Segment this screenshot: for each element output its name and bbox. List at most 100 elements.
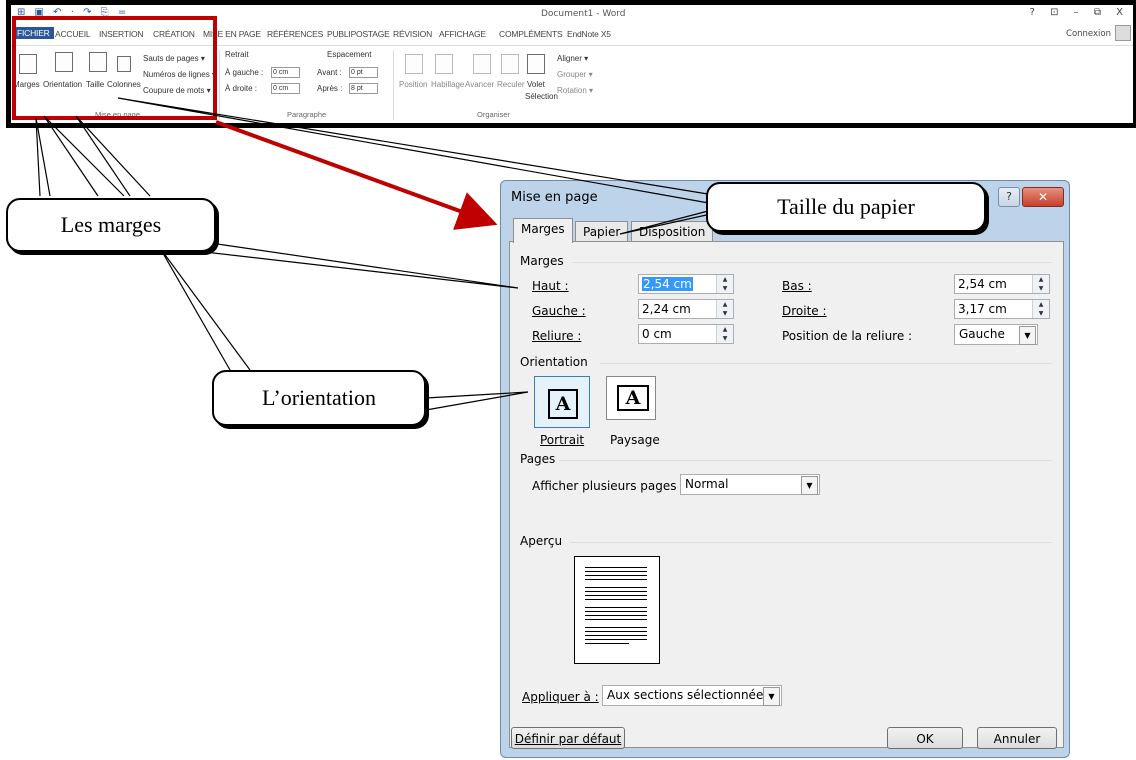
- section-orientation: Orientation: [520, 355, 588, 369]
- section-pages: Pages: [520, 452, 556, 466]
- dropdown-arrow-icon[interactable]: ▼: [1019, 326, 1036, 345]
- window-controls[interactable]: ? ⊡ – ⧉ X: [1030, 7, 1129, 18]
- spinner-arrows-icon[interactable]: ▲ ▼: [1032, 300, 1049, 318]
- divider: [560, 460, 1052, 461]
- group-label-paragraphe: Paragraphe: [287, 110, 327, 119]
- apres-field[interactable]: 8 pt: [349, 83, 378, 94]
- callout-taille-du-papier: Taille du papier: [706, 182, 986, 232]
- group-divider: [219, 50, 220, 120]
- wrap-text-icon[interactable]: [435, 54, 453, 74]
- droite-label: Droite :: [782, 304, 827, 318]
- position-reliure-value[interactable]: Gauche: [959, 327, 1005, 341]
- section-marges: Marges: [520, 254, 564, 268]
- landscape-icon: A: [617, 385, 649, 411]
- spinner-arrows-icon[interactable]: ▲ ▼: [716, 325, 733, 343]
- position-reliure-label: Position de la reliure :: [782, 329, 913, 343]
- espacement-label: Espacement: [327, 50, 372, 59]
- avatar[interactable]: [1115, 25, 1131, 41]
- tab-papier[interactable]: Papier: [575, 221, 629, 242]
- grouper-button[interactable]: Grouper ▾: [557, 70, 593, 79]
- paysage-option[interactable]: A: [606, 376, 656, 420]
- paysage-label[interactable]: Paysage: [610, 433, 660, 447]
- plusieurs-pages-value[interactable]: Normal: [685, 477, 728, 491]
- section-apercu: Aperçu: [520, 534, 563, 548]
- avant-field[interactable]: 0 pt: [349, 67, 378, 78]
- aligner-button[interactable]: Aligner ▾: [557, 54, 588, 63]
- dropdown-arrow-icon[interactable]: ▼: [801, 476, 818, 495]
- appliquer-value[interactable]: Aux sections sélectionnées: [607, 688, 770, 702]
- divider: [572, 262, 1052, 263]
- gauche-value[interactable]: 2,24 cm: [642, 302, 691, 316]
- volet-button[interactable]: Volet: [527, 80, 545, 89]
- appliquer-label: Appliquer à :: [522, 690, 599, 704]
- bas-spinner[interactable]: 2,54 cm ▲ ▼: [954, 274, 1050, 294]
- position-reliure-select[interactable]: Gauche ▼: [954, 324, 1038, 345]
- callout-orientation: L’orientation: [212, 370, 426, 426]
- tab-references[interactable]: RÉFÉRENCES: [267, 29, 323, 39]
- droite-value[interactable]: 3,17 cm: [958, 302, 1007, 316]
- dropdown-arrow-icon[interactable]: ▼: [763, 687, 780, 706]
- spinner-arrows-icon[interactable]: ▲ ▼: [1032, 275, 1049, 293]
- orientation-pointer: [75, 115, 151, 197]
- tab-revision[interactable]: RÉVISION: [393, 29, 432, 39]
- annuler-button[interactable]: Annuler: [977, 727, 1057, 749]
- portrait-label[interactable]: Portrait: [540, 433, 584, 447]
- portrait-option[interactable]: A: [534, 376, 590, 428]
- document-title: Document1 - Word: [541, 9, 626, 19]
- tab-marges[interactable]: Marges: [513, 218, 573, 243]
- group-divider: [393, 50, 394, 120]
- help-button[interactable]: ?: [998, 187, 1020, 207]
- bas-label: Bas :: [782, 279, 812, 293]
- ok-button[interactable]: OK: [887, 727, 963, 749]
- reliure-label: Reliure :: [532, 329, 582, 343]
- tab-publipostage[interactable]: PUBLIPOSTAGE: [327, 29, 390, 39]
- apres-label: Après :: [317, 84, 343, 93]
- send-backward-icon[interactable]: [501, 54, 519, 74]
- bring-forward-icon[interactable]: [473, 54, 491, 74]
- reliure-spinner[interactable]: 0 cm ▲ ▼: [638, 324, 734, 344]
- position-button[interactable]: Position: [399, 80, 427, 89]
- tab-affichage[interactable]: AFFICHAGE: [439, 29, 486, 39]
- portrait-icon: A: [548, 389, 578, 419]
- red-arrow: [215, 120, 498, 230]
- haut-label: Haut :: [532, 279, 569, 293]
- haut-value[interactable]: 2,54 cm: [642, 277, 693, 291]
- rotation-button[interactable]: Rotation ▾: [557, 86, 593, 95]
- plusieurs-pages-select[interactable]: Normal ▼: [680, 474, 820, 495]
- callout-les-marges: Les marges: [6, 198, 216, 252]
- close-button[interactable]: ✕: [1022, 187, 1064, 207]
- avancer-button[interactable]: Avancer: [465, 80, 494, 89]
- habillage-button[interactable]: Habillage: [431, 80, 464, 89]
- definir-par-defaut-button[interactable]: Définir par défaut: [511, 727, 625, 749]
- spinner-arrows-icon[interactable]: ▲ ▼: [716, 275, 733, 293]
- gauche-label: Gauche :: [532, 304, 586, 318]
- divider: [570, 542, 1052, 543]
- orientation-pointer: [159, 247, 251, 371]
- selection-pane-icon[interactable]: [527, 54, 545, 74]
- avant-label: Avant :: [317, 68, 342, 77]
- appliquer-select[interactable]: Aux sections sélectionnées ▼: [602, 685, 782, 706]
- connexion-link[interactable]: Connexion: [1066, 29, 1111, 39]
- dialog-title: Mise en page: [511, 190, 598, 205]
- position-icon[interactable]: [405, 54, 423, 74]
- tab-complements[interactable]: COMPLÉMENTS: [499, 29, 563, 39]
- retrait-droite-field[interactable]: 0 cm: [271, 83, 300, 94]
- gauche-spinner[interactable]: 2,24 cm ▲ ▼: [638, 299, 734, 319]
- spinner-arrows-icon[interactable]: ▲ ▼: [716, 300, 733, 318]
- reliure-value[interactable]: 0 cm: [642, 327, 672, 341]
- bas-value[interactable]: 2,54 cm: [958, 277, 1007, 291]
- divider: [600, 363, 1052, 364]
- haut-spinner[interactable]: 2,54 cm ▲ ▼: [638, 274, 734, 294]
- retrait-label: Retrait: [225, 50, 249, 59]
- retrait-gauche-field[interactable]: 0 cm: [271, 67, 300, 78]
- reculer-button[interactable]: Reculer: [497, 80, 525, 89]
- a-droite-label: À droite :: [225, 84, 258, 93]
- page-preview: [574, 556, 660, 664]
- a-gauche-label: À gauche :: [225, 68, 264, 77]
- tab-endnote[interactable]: EndNote X5: [567, 29, 611, 39]
- marges-pointer: [169, 239, 519, 289]
- tab-disposition[interactable]: Disposition: [631, 221, 714, 242]
- orientation-pointer: [43, 115, 125, 197]
- droite-spinner[interactable]: 3,17 cm ▲ ▼: [954, 299, 1050, 319]
- marges-pointer: [35, 117, 51, 197]
